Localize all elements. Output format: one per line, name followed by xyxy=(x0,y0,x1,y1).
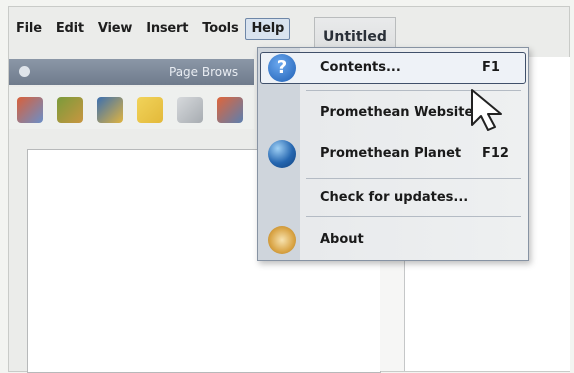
globe-icon xyxy=(268,140,296,168)
menu-separator xyxy=(306,178,521,179)
menu-item-about[interactable]: About xyxy=(258,222,528,258)
menu-item-label: About xyxy=(320,232,364,247)
menubar: File Edit View Insert Tools Help xyxy=(9,17,319,41)
new-page-icon[interactable] xyxy=(17,97,43,123)
menu-item-label: Check for updates... xyxy=(320,190,469,205)
page-browser-toolbar xyxy=(9,87,254,129)
menu-item-label: Promethean Website xyxy=(320,105,474,120)
menu-view[interactable]: View xyxy=(91,18,139,40)
note-icon[interactable] xyxy=(137,97,163,123)
menu-item-shortcut: F12 xyxy=(482,146,509,161)
page-browser-title: Page Brows xyxy=(169,65,239,79)
menu-item-shortcut: F1 xyxy=(482,60,500,75)
menu-file[interactable]: File xyxy=(9,18,49,40)
document-tab-title: Untitled xyxy=(323,29,387,45)
menu-help[interactable]: Help xyxy=(245,18,291,40)
menu-item-label: Promethean Planet xyxy=(320,146,462,161)
menu-item-label: Contents... xyxy=(320,60,401,75)
menu-item-contents[interactable]: ? Contents... F1 xyxy=(258,50,528,86)
trash-icon[interactable] xyxy=(177,97,203,123)
panel-close-icon[interactable] xyxy=(19,66,30,77)
promethean-logo-icon xyxy=(268,226,296,254)
menu-separator xyxy=(306,216,521,217)
edit-page-icon[interactable] xyxy=(97,97,123,123)
menu-item-promethean-planet[interactable]: Promethean Planet F12 xyxy=(258,136,528,172)
help-dropdown-menu: ? Contents... F1 Promethean Website Prom… xyxy=(257,47,529,261)
flipchart-icon[interactable] xyxy=(57,97,83,123)
mouse-pointer-icon xyxy=(471,89,502,131)
menu-item-check-updates[interactable]: Check for updates... xyxy=(258,180,528,216)
menu-edit[interactable]: Edit xyxy=(49,18,91,40)
page-browser-titlebar: Page Brows xyxy=(9,59,254,85)
app-window: File Edit View Insert Tools Help Untitle… xyxy=(8,6,570,373)
menu-tools[interactable]: Tools xyxy=(195,18,245,40)
tools-icon[interactable] xyxy=(217,97,243,123)
menu-insert[interactable]: Insert xyxy=(139,18,195,40)
help-question-icon: ? xyxy=(268,54,296,82)
